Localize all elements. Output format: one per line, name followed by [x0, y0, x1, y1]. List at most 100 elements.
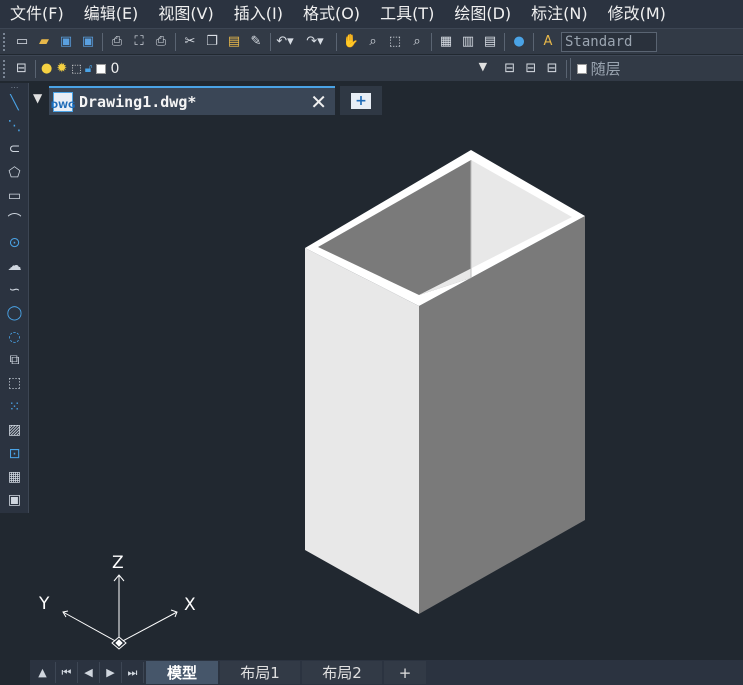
menu-item-1[interactable]: 编辑(E) — [74, 0, 149, 28]
separator — [565, 59, 567, 78]
pan-icon[interactable]: ✋ — [340, 31, 362, 53]
save-icon[interactable]: ▣ — [55, 31, 77, 53]
open-icon[interactable]: ▰ — [33, 31, 55, 53]
menu-item-2[interactable]: 视图(V) — [148, 0, 223, 28]
textstyle-icon[interactable]: A — [537, 31, 559, 53]
make-current-layer-icon[interactable]: ⊟ — [499, 58, 520, 80]
separator — [102, 32, 103, 51]
text-style-select[interactable]: Standard — [561, 31, 657, 52]
layer-color-swatch — [96, 63, 107, 74]
make-block-icon[interactable]: ⬚ — [0, 372, 29, 395]
separator — [504, 32, 505, 51]
help-icon[interactable]: ● — [508, 31, 530, 53]
print-icon[interactable]: ⎙ — [106, 31, 128, 53]
hatch-icon[interactable]: ▨ — [0, 418, 29, 441]
ellipse-icon[interactable]: ◯ — [0, 302, 29, 325]
viewport-freeze-icon: ⬚ — [71, 62, 82, 75]
layer-select[interactable]: ● ✹ ⬚ 🔓︎ 0 ▼ — [39, 58, 491, 80]
plus-icon: + — [351, 92, 371, 109]
tab-list-icon[interactable]: ▼ — [33, 91, 42, 105]
layers-toolbar: ⊟ ● ✹ ⬚ 🔓︎ 0 ▼ ⊟ ⊟ ⊟ 随层 — [0, 55, 743, 81]
drawing-canvas[interactable]: Z Y X — [30, 115, 743, 660]
chevron-down-icon[interactable]: ▼ — [479, 60, 487, 73]
box-left-face — [305, 248, 419, 614]
spline-icon[interactable]: ∽ — [0, 278, 29, 301]
ucs-y-label: Y — [38, 594, 50, 614]
layer-states-icon[interactable]: ⊟ — [541, 58, 562, 80]
tab-layout2[interactable]: 布局2 — [302, 661, 382, 684]
toolbar-grip[interactable] — [3, 32, 7, 51]
saveas-icon[interactable]: ▣ — [77, 31, 99, 53]
polygon-icon[interactable]: ⬠ — [0, 161, 29, 184]
menu-item-7[interactable]: 标注(N) — [521, 0, 597, 28]
plot-icon[interactable]: ⎙ — [150, 31, 172, 53]
revcloud-icon[interactable]: ☁ — [0, 255, 29, 278]
matchprop-icon[interactable]: ✎ — [245, 31, 267, 53]
first-layout-icon[interactable]: ⏮ — [56, 662, 78, 683]
properties-icon[interactable]: ▦ — [435, 31, 457, 53]
ucs-x-label: X — [184, 595, 196, 615]
menu-item-3[interactable]: 插入(I) — [224, 0, 293, 28]
line-icon[interactable]: ╲ — [0, 91, 29, 114]
menu-item-0[interactable]: 文件(F) — [0, 0, 74, 28]
next-layout-icon[interactable]: ▶ — [100, 662, 122, 683]
tab-layout1[interactable]: 布局1 — [220, 661, 300, 684]
menu-item-8[interactable]: 修改(M) — [598, 0, 676, 28]
previous-layout-icon[interactable]: ◀ — [78, 662, 100, 683]
separator — [270, 32, 271, 51]
separator — [35, 59, 37, 78]
collapse-up-icon[interactable]: ▲ — [30, 662, 56, 683]
insert-block-icon[interactable]: ⧉ — [0, 348, 29, 371]
copy-icon[interactable]: ❐ — [201, 31, 223, 53]
toolpalette-icon[interactable]: ▤ — [479, 31, 501, 53]
layer-previous-icon[interactable]: ⊟ — [520, 58, 541, 80]
arc-icon[interactable]: ⌒ — [0, 208, 29, 231]
zoom-window-icon[interactable]: ⬚ — [384, 31, 406, 53]
zoom-previous-icon[interactable]: ⌕ — [406, 31, 428, 53]
ucs-z-label: Z — [112, 553, 124, 573]
sun-icon: ✹ — [56, 61, 68, 76]
draw-toolbar: ⋯ ╲ ⋱ ⊂ ⬠ ▭ ⌒ ⊙ ☁ ∽ ◯ ◌ ⧉ ⬚ ⁙ ▨ ⊡ ▦ ▣ — [0, 83, 29, 513]
mtext-icon[interactable]: ▣ — [0, 489, 29, 512]
cut-icon[interactable]: ✂ — [179, 31, 201, 53]
toolbar-grip[interactable] — [3, 59, 7, 78]
close-icon[interactable]: ✕ — [310, 90, 327, 114]
linetype-select[interactable]: 随层 — [569, 57, 743, 80]
point-icon[interactable]: ⁙ — [0, 395, 29, 418]
document-title: Drawing1.dwg* — [79, 92, 197, 111]
menu-item-6[interactable]: 绘图(D) — [444, 0, 521, 28]
region-icon[interactable]: ⊡ — [0, 442, 29, 465]
separator — [336, 32, 337, 51]
rectangle-icon[interactable]: ▭ — [0, 185, 29, 208]
last-layout-icon[interactable]: ⏭ — [122, 662, 144, 683]
model-space: Z Y X — [38, 150, 585, 650]
circle-icon[interactable]: ⊙ — [0, 231, 29, 254]
new-icon[interactable]: ▭ — [11, 31, 33, 53]
table-icon[interactable]: ▦ — [0, 465, 29, 488]
standard-toolbar: ▭ ▰ ▣ ▣ ⎙ ⛶ ⎙ ✂ ❐ ▤ ✎ ↶▾ ↷▾ ✋ ⌕ ⬚ ⌕ ▦ ▥ … — [0, 28, 743, 54]
paste-icon[interactable]: ▤ — [223, 31, 245, 53]
redo-icon[interactable]: ↷▾ — [304, 31, 326, 53]
menu-item-4[interactable]: 格式(O) — [293, 0, 370, 28]
polyline-icon[interactable]: ⊂ — [0, 138, 29, 161]
color-swatch — [576, 63, 587, 74]
menu-bar: 文件(F) 编辑(E) 视图(V) 插入(I) 格式(O) 工具(T) 绘图(D) 标注(N)… — [0, 0, 743, 28]
menu-item-5[interactable]: 工具(T) — [370, 0, 444, 28]
separator — [175, 32, 176, 51]
document-tab-strip: ▼ DWG Drawing1.dwg* ✕ + — [29, 83, 743, 115]
layer-manager-icon[interactable]: ⊟ — [11, 58, 32, 80]
tab-drawing1[interactable]: DWG Drawing1.dwg* ✕ — [49, 86, 335, 115]
tab-model[interactable]: 模型 — [146, 661, 218, 684]
preview-icon[interactable]: ⛶ — [128, 31, 150, 53]
add-layout-button[interactable]: + — [384, 661, 426, 684]
ellipse-arc-icon[interactable]: ◌ — [0, 325, 29, 348]
new-drawing-button[interactable]: + — [340, 86, 382, 115]
xline-icon[interactable]: ⋱ — [0, 114, 29, 137]
designcenter-icon[interactable]: ▥ — [457, 31, 479, 53]
zoom-realtime-icon[interactable]: ⌕ — [362, 31, 384, 53]
dwg-file-icon: DWG — [51, 91, 75, 112]
ucs-icon — [62, 574, 178, 650]
toolbar-grip[interactable]: ⋯ — [0, 83, 29, 92]
lock-icon: 🔓︎ — [84, 61, 93, 75]
undo-icon[interactable]: ↶▾ — [274, 31, 296, 53]
